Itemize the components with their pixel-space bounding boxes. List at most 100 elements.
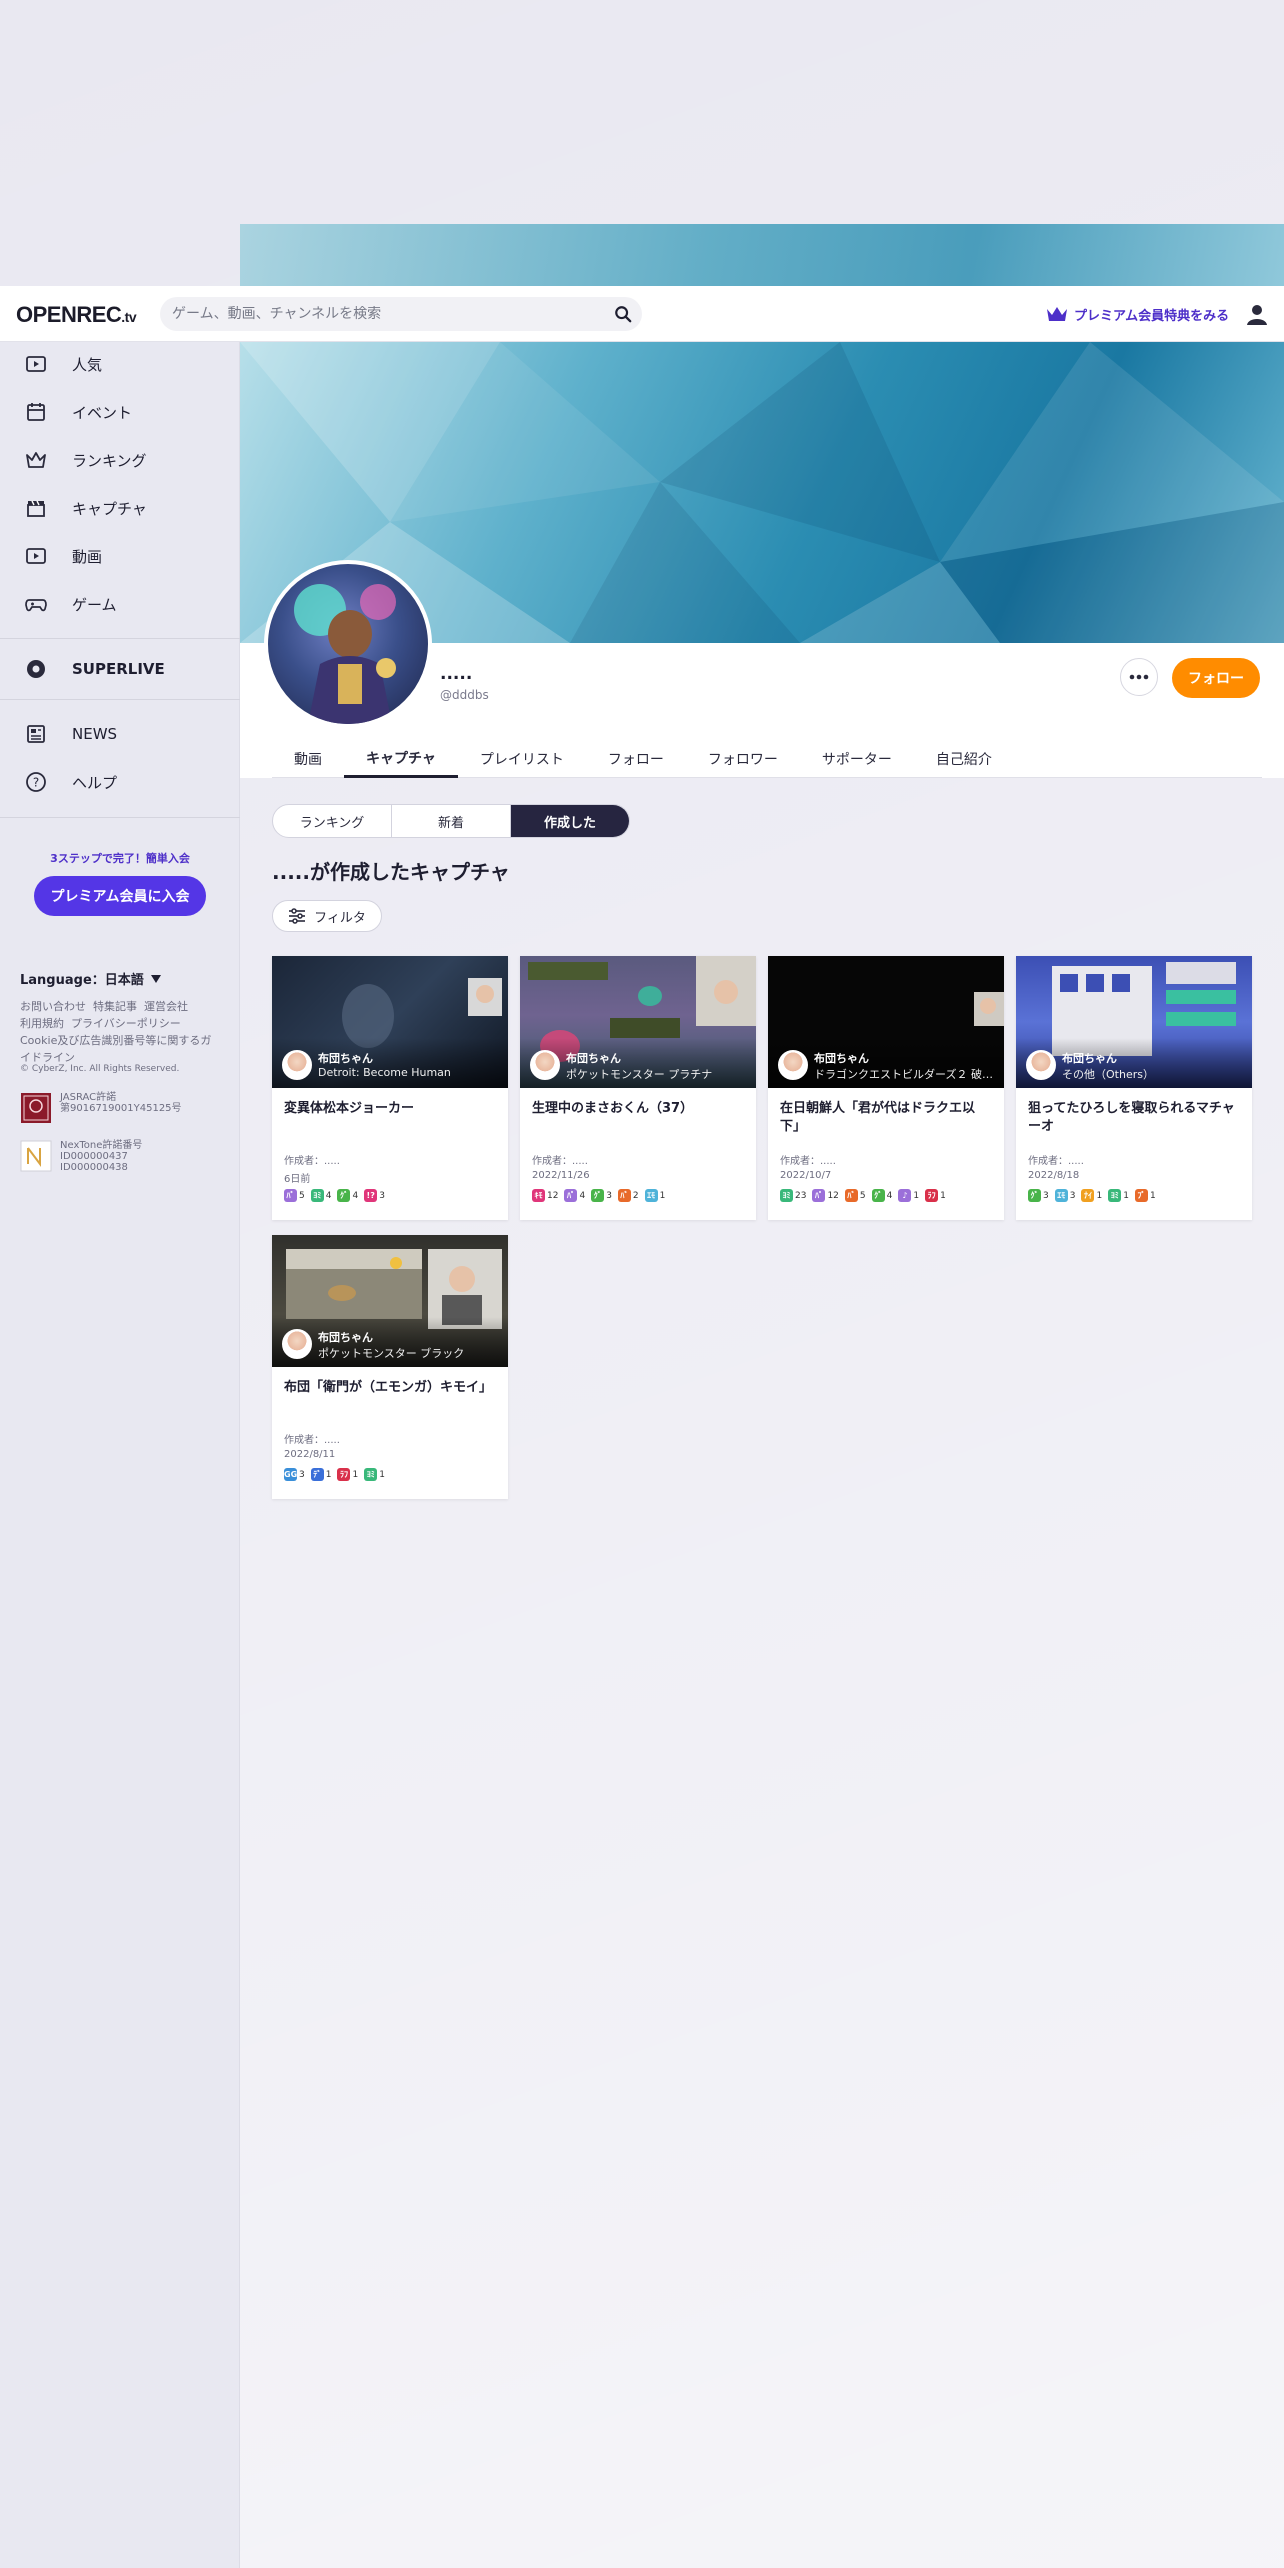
footer-link-features[interactable]: 特集記事 <box>93 1000 137 1013</box>
reaction-item: ｸﾞ 4 <box>871 1189 892 1202</box>
sidebar-item-help[interactable]: ? ヘルプ <box>0 760 240 804</box>
search-icon[interactable] <box>614 305 632 323</box>
reaction-item: ﾊﾟ 4 <box>564 1189 585 1202</box>
capture-title[interactable]: 変異体松本ジョーカー <box>284 1100 496 1118</box>
reaction-item: ﾅｲ 1 <box>1081 1189 1102 1202</box>
footer-link-terms[interactable]: 利用規約 <box>20 1017 64 1030</box>
reaction-stamp-icon: ｸﾞ <box>337 1189 351 1202</box>
calendar-icon <box>27 403 45 421</box>
reaction-count: 12 <box>547 1190 559 1201</box>
sidebar-item-label: ヘルプ <box>72 773 118 792</box>
capture-card[interactable]: 布団ちゃん その他（Others） 狙ってたひろしを寝取られるマチャーオ 作成者… <box>1016 956 1252 1220</box>
gamepad-icon <box>25 599 47 612</box>
logo-text: OPENREC <box>16 302 122 327</box>
tab-follow[interactable]: フォロー <box>586 740 686 778</box>
reaction-count: 4 <box>352 1190 359 1201</box>
reaction-stamp-icon: ﾖﾐ <box>780 1189 793 1202</box>
reaction-count: 3 <box>299 1469 305 1480</box>
search-input[interactable] <box>172 306 602 322</box>
reaction-stamp-icon: ﾊﾟ <box>564 1189 578 1202</box>
reaction-stamp-icon: ﾖﾐ <box>1108 1189 1122 1202</box>
reaction-item: ﾖﾐ 4 <box>310 1189 331 1202</box>
capture-title[interactable]: 在日朝鮮人「君が代はドラクエ以下」 <box>780 1100 992 1136</box>
capture-thumbnail[interactable]: 布団ちゃん ポケットモンスター プラチナ <box>520 956 756 1088</box>
reaction-stamp-icon: ﾗﾌ <box>337 1468 351 1481</box>
segment-ranking[interactable]: ランキング <box>273 805 392 837</box>
news-icon <box>27 725 45 743</box>
reaction-item: ﾗﾌ 1 <box>337 1468 358 1481</box>
segment-new[interactable]: 新着 <box>392 805 511 837</box>
sidebar-item-capture[interactable]: キャプチャ <box>0 486 240 530</box>
join-premium-button[interactable]: プレミアム会員に入会 <box>34 876 206 916</box>
capture-card[interactable]: 布団ちゃん Detroit: Become Human 変異体松本ジョーカー 作… <box>272 956 508 1220</box>
sidebar-item-games[interactable]: ゲーム <box>0 582 240 626</box>
help-icon: ? <box>26 772 46 792</box>
channel-avatar <box>264 560 432 728</box>
capture-title[interactable]: 布団「衛門が（エモンガ）キモイ」 <box>284 1379 496 1397</box>
game-name[interactable]: ポケットモンスター ブラック <box>318 1345 502 1361</box>
jasrac-line: 第9016719001Y45125号 <box>60 1103 182 1114</box>
tab-introduction[interactable]: 自己紹介 <box>914 740 1014 778</box>
filter-sliders-icon <box>289 908 306 924</box>
capture-card[interactable]: 布団ちゃん ポケットモンスター ブラック 布団「衛門が（エモンガ）キモイ」 作成… <box>272 1235 508 1499</box>
sidebar-item-label: ゲーム <box>72 595 117 614</box>
reaction-item: ﾖﾐ 1 <box>1108 1189 1129 1202</box>
capture-title[interactable]: 生理中のまさおくん（37） <box>532 1100 744 1118</box>
sidebar-item-superlive[interactable]: SUPERLIVE <box>0 647 240 691</box>
capture-thumbnail[interactable]: 布団ちゃん ポケットモンスター ブラック <box>272 1235 508 1367</box>
tab-supporters[interactable]: サポーター <box>800 740 914 778</box>
capture-date: 2022/8/11 <box>284 1449 336 1460</box>
sidebar-item-label: ランキング <box>72 451 147 470</box>
reaction-count: 12 <box>827 1190 839 1201</box>
language-label: Language：日本語 <box>20 973 144 988</box>
capture-thumbnail[interactable]: 布団ちゃん ドラゴンクエストビルダーズ２ 破壊神シドーとからっぽの島 <box>768 956 1004 1088</box>
filter-button[interactable]: フィルタ <box>272 900 382 932</box>
reaction-count: 5 <box>859 1190 866 1201</box>
openrec-logo[interactable]: OPENREC.tv <box>16 302 137 328</box>
capture-card[interactable]: 布団ちゃん ドラゴンクエストビルダーズ２ 破壊神シドーとからっぽの島 在日朝鮮人… <box>768 956 1004 1220</box>
copyright: © CyberZ, Inc. All Rights Reserved. <box>20 1064 180 1074</box>
sidebar-item-news[interactable]: NEWS <box>0 712 240 756</box>
tab-followers[interactable]: フォロワー <box>686 740 800 778</box>
avatar-artwork-icon <box>294 584 396 724</box>
capture-thumbnail[interactable]: 布団ちゃん Detroit: Become Human <box>272 956 508 1088</box>
sidebar: 人気 イベント ランキング キャプチャ 動画 ゲーム SUPERLIVE NEW… <box>0 342 240 2568</box>
top-header: OPENREC.tv プレミアム会員特典をみる <box>0 286 1284 342</box>
tab-videos[interactable]: 動画 <box>272 740 344 778</box>
game-name[interactable]: Detroit: Become Human <box>318 1066 502 1079</box>
reaction-item: ｸﾞ 3 <box>591 1189 612 1202</box>
footer-link-privacy[interactable]: プライバシーポリシー <box>71 1017 181 1030</box>
footer-link-company[interactable]: 運営会社 <box>144 1000 188 1013</box>
game-name[interactable]: ポケットモンスター プラチナ <box>566 1066 750 1082</box>
jasrac-badge-icon <box>21 1093 51 1123</box>
capture-thumbnail[interactable]: 布団ちゃん その他（Others） <box>1016 956 1252 1088</box>
premium-benefits-link[interactable]: プレミアム会員特典をみる <box>1046 304 1229 324</box>
capture-title[interactable]: 狙ってたひろしを寝取られるマチャーオ <box>1028 1100 1240 1136</box>
more-options-button[interactable] <box>1120 658 1158 696</box>
reaction-stamp-icon: ﾊﾟ <box>812 1189 826 1202</box>
game-name[interactable]: その他（Others） <box>1062 1066 1246 1082</box>
language-selector[interactable]: Language：日本語 <box>20 969 162 988</box>
follow-button[interactable]: フォロー <box>1172 658 1260 698</box>
capture-date: 2022/11/26 <box>532 1170 590 1181</box>
game-name[interactable]: ドラゴンクエストビルダーズ２ 破壊神シドーとからっぽの島 <box>814 1066 998 1082</box>
footer-link-contact[interactable]: お問い合わせ <box>20 1000 86 1013</box>
capture-card[interactable]: 布団ちゃん ポケットモンスター プラチナ 生理中のまさおくん（37） 作成者：.… <box>520 956 756 1220</box>
sidebar-item-label: 人気 <box>72 355 103 374</box>
channel-avatar-small <box>282 1050 312 1080</box>
user-account-icon[interactable] <box>1244 301 1270 327</box>
crown-icon <box>1047 307 1067 321</box>
tab-playlist[interactable]: プレイリスト <box>458 740 586 778</box>
sidebar-item-ranking[interactable]: ランキング <box>0 438 240 482</box>
sidebar-item-popular[interactable]: 人気 <box>0 342 240 386</box>
footer-link-cookie[interactable]: Cookie及び広告識別番号等に関するガイドライン <box>20 1034 211 1064</box>
sidebar-item-videos[interactable]: 動画 <box>0 534 240 578</box>
sidebar-divider <box>0 699 240 700</box>
tab-capture[interactable]: キャプチャ <box>344 740 458 778</box>
segment-created[interactable]: 作成した <box>511 805 629 837</box>
sidebar-item-events[interactable]: イベント <box>0 390 240 434</box>
capture-date: 6日前 <box>284 1174 311 1185</box>
sidebar-divider <box>0 638 240 639</box>
reaction-count: 3 <box>1069 1190 1076 1201</box>
reaction-count: 1 <box>913 1190 920 1201</box>
